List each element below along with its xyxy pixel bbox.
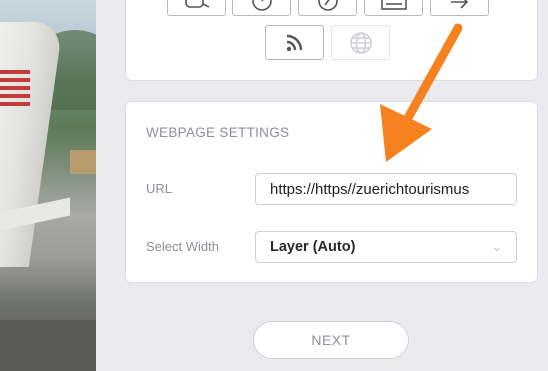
section-title: WEBPAGE SETTINGS bbox=[146, 125, 290, 140]
select-width-dropdown[interactable]: Layer (Auto) ⌄ bbox=[255, 231, 517, 263]
video-button[interactable] bbox=[167, 0, 226, 16]
select-width-value: Layer (Auto) bbox=[270, 239, 356, 255]
url-input[interactable]: https://https//zuerichtourismus bbox=[255, 173, 517, 205]
media-type-card bbox=[125, 0, 538, 81]
share-arrow-icon bbox=[450, 0, 468, 9]
video-icon bbox=[184, 0, 209, 8]
photo-airplane-tail bbox=[0, 22, 64, 267]
share-button[interactable] bbox=[430, 0, 489, 16]
next-button[interactable]: NEXT bbox=[253, 321, 409, 359]
photo-building bbox=[70, 150, 96, 174]
photo-stripe bbox=[0, 86, 30, 90]
globe-icon bbox=[349, 31, 372, 54]
text-block-button[interactable] bbox=[364, 0, 423, 16]
photo-stripe bbox=[0, 70, 30, 74]
text-block-icon bbox=[380, 0, 407, 10]
compass-icon bbox=[317, 0, 338, 11]
background-photo bbox=[0, 0, 96, 371]
photo-stripe bbox=[0, 102, 30, 106]
webpage-settings-card: WEBPAGE SETTINGS URL https://https//zuer… bbox=[125, 101, 538, 283]
compass-button[interactable] bbox=[298, 0, 357, 16]
photo-runway bbox=[0, 320, 96, 371]
rss-icon bbox=[286, 34, 302, 51]
chevron-down-icon: ⌄ bbox=[491, 239, 502, 254]
url-label: URL bbox=[146, 181, 173, 196]
select-width-label: Select Width bbox=[146, 239, 219, 254]
rss-button[interactable] bbox=[265, 25, 324, 60]
photo-stripe bbox=[0, 94, 30, 98]
globe-button[interactable] bbox=[331, 25, 390, 60]
gauge-icon bbox=[251, 0, 272, 11]
photo-stripe bbox=[0, 78, 30, 82]
gauge-button[interactable] bbox=[232, 0, 291, 16]
